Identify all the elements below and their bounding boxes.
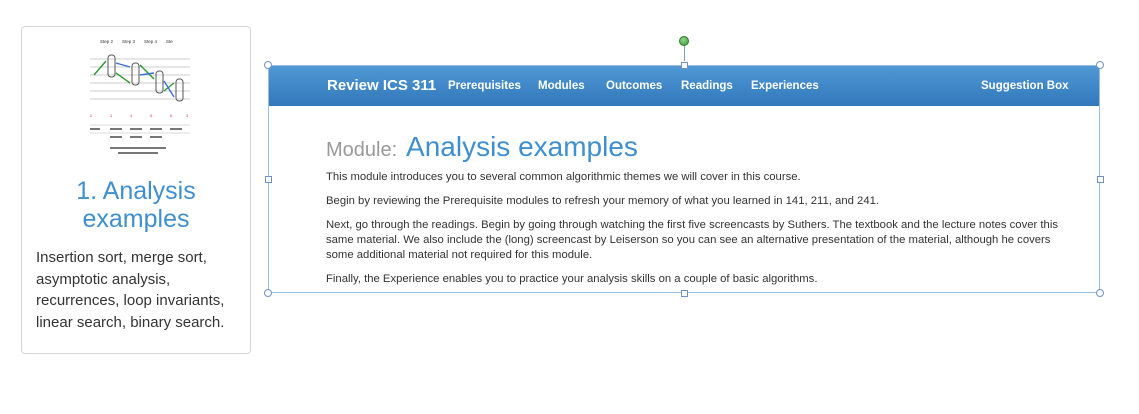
rotate-handle-icon[interactable] [679,36,689,46]
resize-handle-bottom-left[interactable] [264,289,272,297]
card-title[interactable]: 1. Analysis examples [30,177,242,233]
thumb-label: Ste [166,39,173,44]
resize-handle-bottom[interactable] [681,290,688,297]
svg-text:3: 3 [186,113,189,118]
svg-text:4: 4 [130,113,133,118]
thumb-label: Step 3 [122,39,136,44]
sorting-network-thumbnail: Step 2 Step 3 Step 4 Ste 2 1 4 5 6 3 [90,39,190,154]
rotation-stem [684,45,685,61]
module-card[interactable]: Step 2 Step 3 Step 4 Ste 2 1 4 5 6 3 1. Anal… [21,26,251,354]
thumb-label: Step 4 [144,39,158,44]
resize-handle-top-left[interactable] [264,61,272,69]
svg-text:5: 5 [150,113,153,118]
card-description: Insertion sort, merge sort, asymptotic a… [36,249,225,331]
selected-page-frame[interactable]: Review ICS 311 Prerequisites Modules Out… [268,65,1100,293]
resize-handle-top-right[interactable] [1096,61,1104,69]
svg-text:6: 6 [170,113,173,118]
thumb-label: Step 2 [100,39,114,44]
resize-handle-top[interactable] [681,62,688,69]
resize-handle-right[interactable] [1097,176,1104,183]
resize-handle-bottom-right[interactable] [1096,289,1104,297]
selection-border [268,65,1100,293]
resize-handle-left[interactable] [265,176,272,183]
svg-text:2: 2 [90,113,93,118]
svg-text:1: 1 [110,113,113,118]
